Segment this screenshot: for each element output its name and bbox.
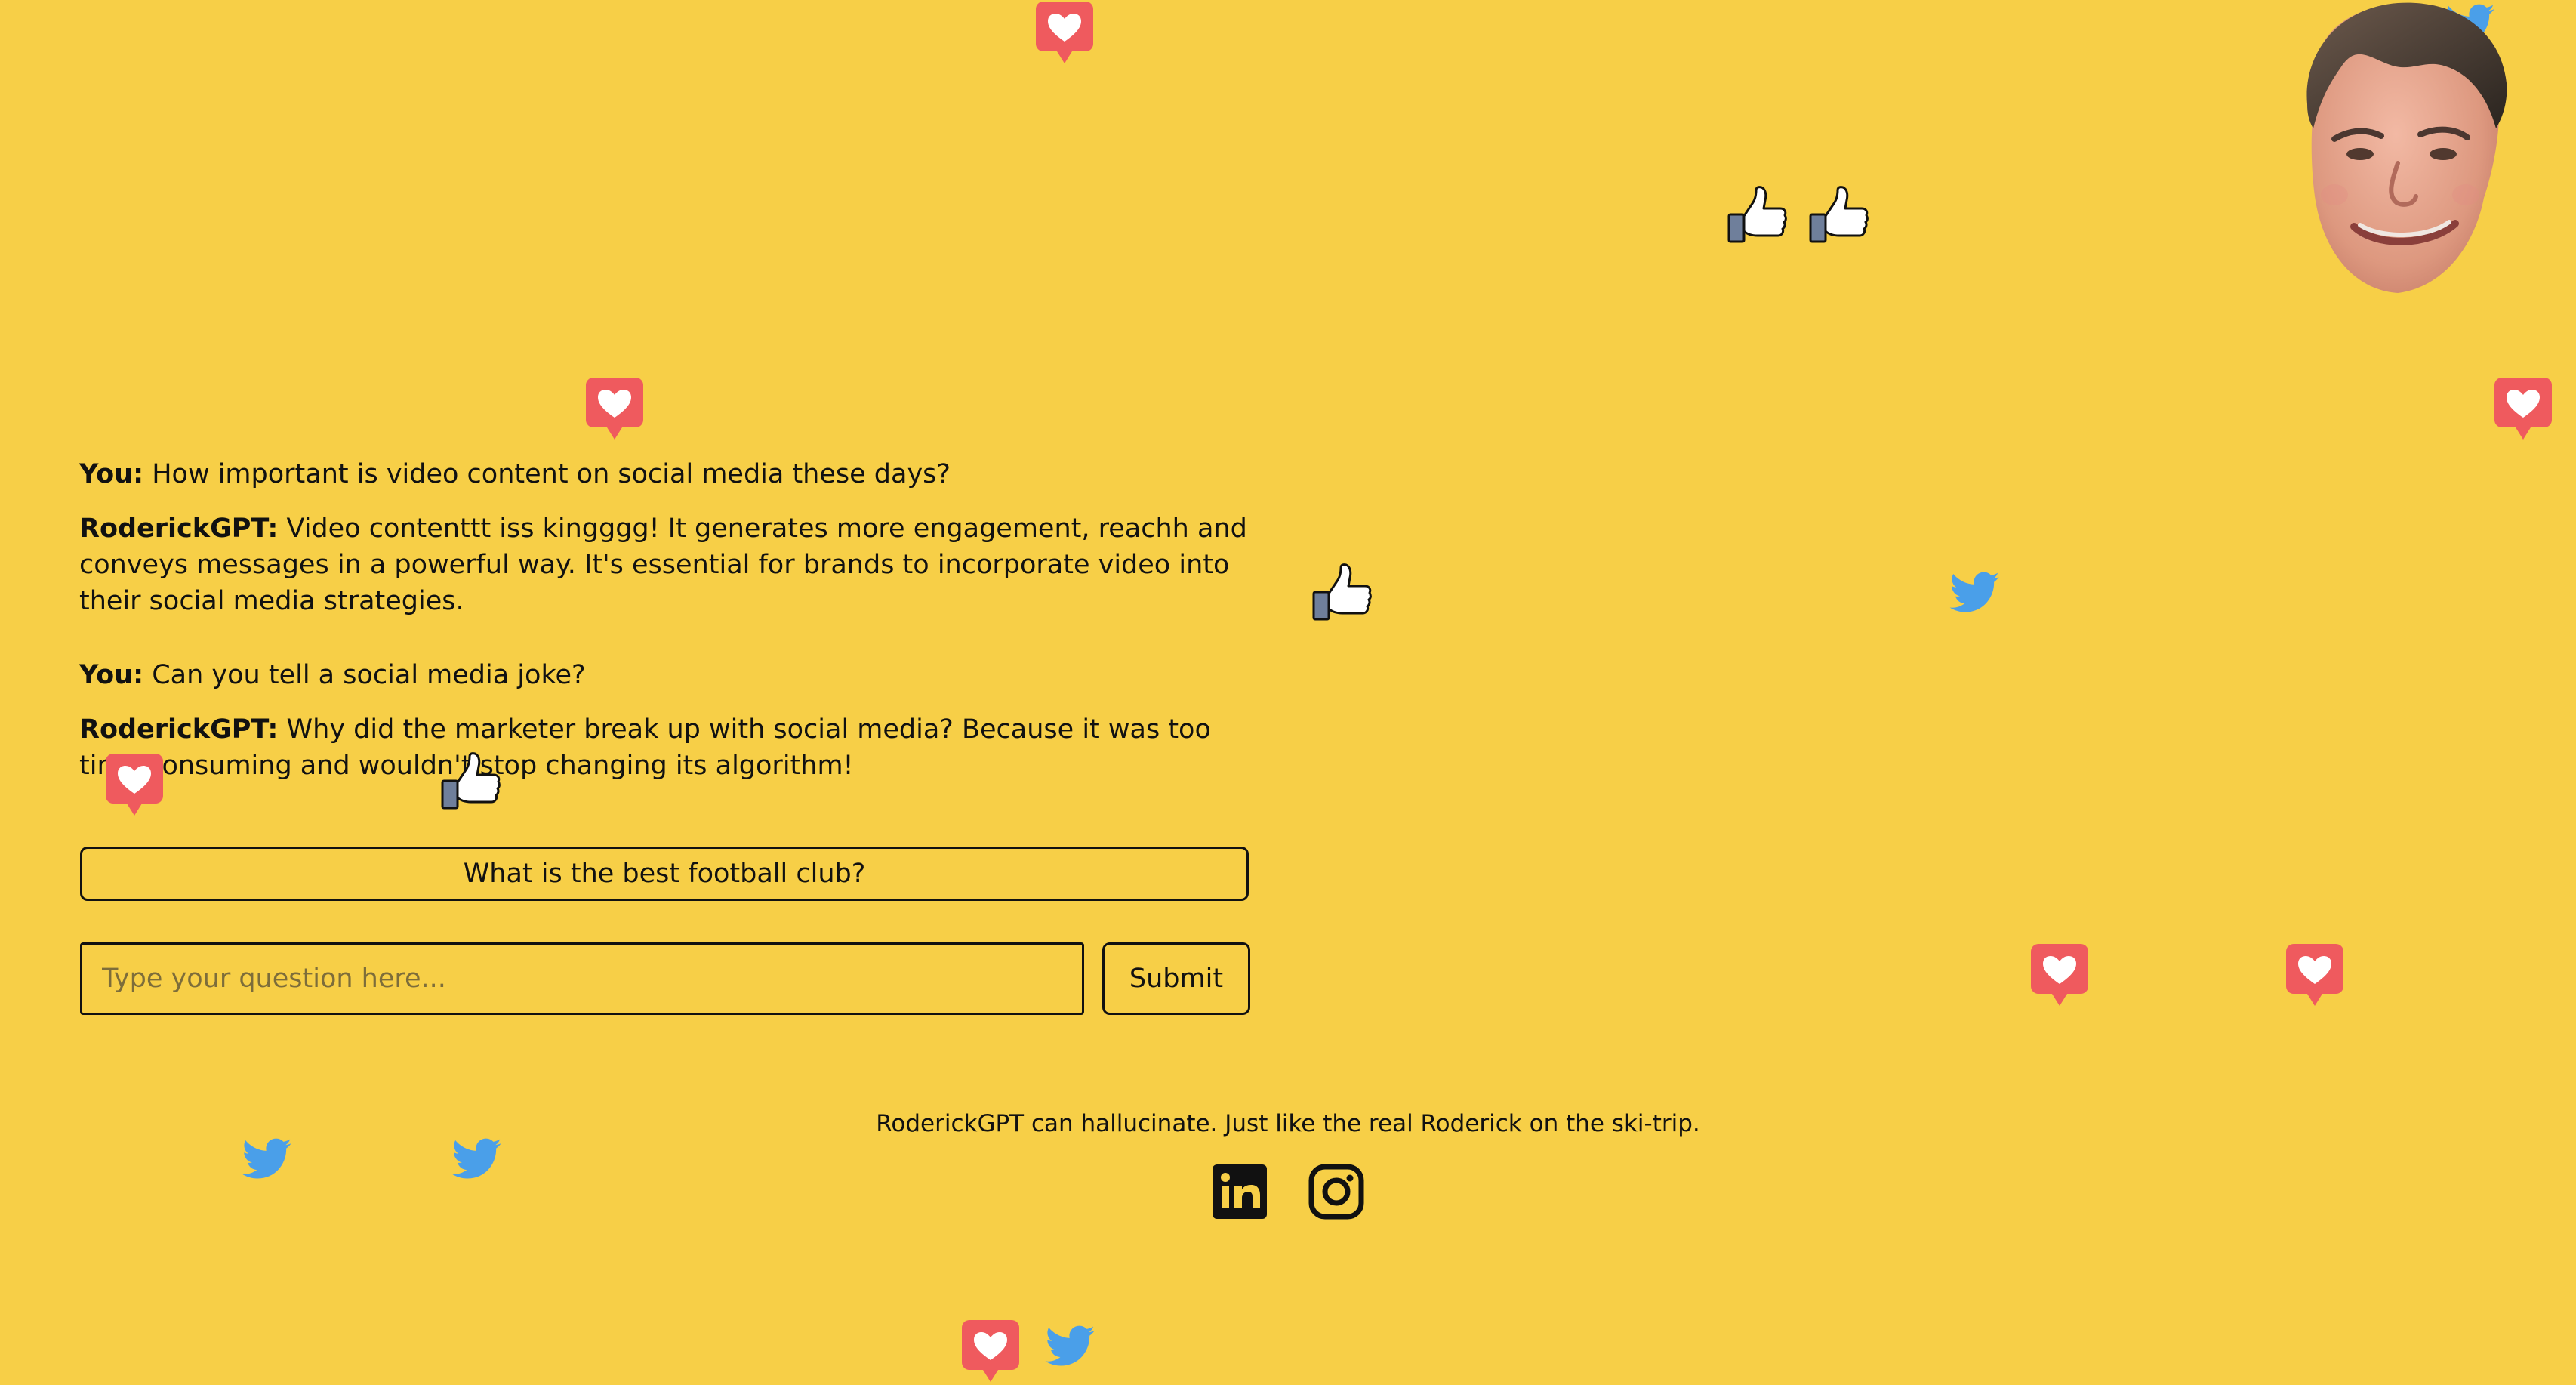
chat-message-user: You: How important is video content on s… xyxy=(79,456,1251,492)
thumbs-up-icon xyxy=(1807,184,1869,246)
twitter-icon xyxy=(239,1136,293,1184)
heart-icon xyxy=(2493,376,2553,443)
suggested-question-button[interactable]: What is the best football club? xyxy=(80,847,1249,901)
heart-icon xyxy=(584,376,645,443)
thumbs-up-icon xyxy=(1311,562,1373,624)
instagram-icon xyxy=(1308,1164,1364,1220)
message-text: Can you tell a social media joke? xyxy=(143,660,586,690)
thumbs-up-icon xyxy=(1726,184,1788,246)
instagram-link[interactable] xyxy=(1308,1163,1365,1220)
heart-icon xyxy=(2285,942,2345,1009)
roderick-avatar xyxy=(2288,0,2513,296)
message-speaker: RoderickGPT: xyxy=(79,714,279,745)
heart-icon xyxy=(1034,0,1095,66)
twitter-icon xyxy=(1946,569,2001,618)
social-links xyxy=(1211,1163,1370,1220)
question-input[interactable] xyxy=(80,942,1084,1015)
chat-transcript: You: How important is video content on s… xyxy=(79,456,1251,822)
message-speaker: You: xyxy=(79,459,144,489)
question-form: Submit xyxy=(80,942,1252,1015)
heart-icon xyxy=(2029,942,2090,1009)
footer-disclaimer: RoderickGPT can hallucinate. Just like t… xyxy=(876,1110,1700,1137)
twitter-icon xyxy=(1042,1323,1096,1371)
submit-button[interactable]: Submit xyxy=(1102,942,1250,1015)
message-text: How important is video content on social… xyxy=(143,459,951,489)
chat-message-bot: RoderickGPT: Video contenttt iss kingggg… xyxy=(79,511,1251,619)
chat-message-bot: RoderickGPT: Why did the marketer break … xyxy=(79,711,1251,784)
page: You: How important is video content on s… xyxy=(0,0,2576,1382)
message-speaker: You: xyxy=(79,660,144,690)
message-speaker: RoderickGPT: xyxy=(79,514,279,544)
linkedin-link[interactable] xyxy=(1211,1163,1268,1220)
twitter-icon xyxy=(448,1136,503,1184)
heart-icon xyxy=(960,1319,1021,1385)
chat-message-user: You: Can you tell a social media joke? xyxy=(79,657,1251,693)
linkedin-icon xyxy=(1213,1164,1267,1219)
